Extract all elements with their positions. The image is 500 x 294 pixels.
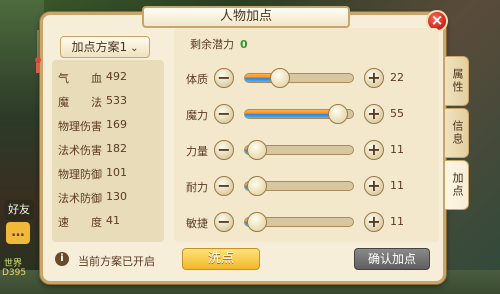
scheme-label: 加点方案1 xyxy=(71,40,128,54)
stat-value: 169 xyxy=(106,118,127,131)
side-tab[interactable]: 信息 xyxy=(445,108,469,158)
wash-points-button[interactable]: 洗点 xyxy=(182,248,260,270)
stat-row: 法术防御 130 xyxy=(58,190,158,206)
attribute-name: 力量 xyxy=(186,145,208,158)
attribute-value: 11 xyxy=(390,143,404,156)
panel-title: 人物加点 xyxy=(142,6,350,28)
stat-name: 法术防御 xyxy=(58,192,102,205)
attribute-name: 耐力 xyxy=(186,181,208,194)
remaining-points: 剩余潜力 0 xyxy=(190,36,248,52)
decrease-button[interactable]: − xyxy=(214,104,234,124)
stat-name: 法术伤害 xyxy=(58,144,102,157)
stat-name: 速 度 xyxy=(58,216,102,229)
stat-row: 速 度 41 xyxy=(58,214,158,230)
side-tab[interactable]: 加点 xyxy=(445,160,469,210)
scheme-dropdown[interactable]: 加点方案1 ⌄ xyxy=(60,36,150,58)
slider-handle[interactable] xyxy=(247,212,267,232)
slider-handle[interactable] xyxy=(247,176,267,196)
stat-value: 492 xyxy=(106,70,127,83)
attribute-name: 体质 xyxy=(186,73,208,86)
stat-row: 物理伤害 169 xyxy=(58,118,158,134)
increase-button[interactable]: + xyxy=(364,176,384,196)
increase-button[interactable]: + xyxy=(364,212,384,232)
increase-button[interactable]: + xyxy=(364,140,384,160)
stat-name: 魔 法 xyxy=(58,96,102,109)
attribute-value: 22 xyxy=(390,71,404,84)
decrease-button[interactable]: − xyxy=(214,68,234,88)
stat-value: 533 xyxy=(106,94,127,107)
attribute-value: 11 xyxy=(390,179,404,192)
slider-handle[interactable] xyxy=(247,140,267,160)
increase-button[interactable]: + xyxy=(364,68,384,88)
attribute-name: 魔力 xyxy=(186,109,208,122)
chevron-down-icon: ⌄ xyxy=(130,43,139,54)
remaining-points-value: 0 xyxy=(240,38,248,51)
increase-button[interactable]: + xyxy=(364,104,384,124)
friends-button[interactable]: 好友 xyxy=(4,200,34,220)
slider-handle[interactable] xyxy=(328,104,348,124)
chat-icon[interactable]: … xyxy=(6,222,30,244)
decrease-button[interactable]: − xyxy=(214,176,234,196)
stat-value: 130 xyxy=(106,190,127,203)
stat-value: 182 xyxy=(106,142,127,155)
attribute-allocation-area xyxy=(174,28,439,242)
attribute-value: 11 xyxy=(390,215,404,228)
stat-value: 41 xyxy=(106,214,120,227)
side-tab[interactable]: 属性 xyxy=(445,56,469,106)
attribute-name: 敏捷 xyxy=(186,217,208,230)
confirm-points-button[interactable]: 确认加点 xyxy=(354,248,430,270)
decrease-button[interactable]: − xyxy=(214,140,234,160)
tassel-ornament-icon xyxy=(35,30,41,73)
stat-name: 气 血 xyxy=(58,72,102,85)
stat-name: 物理防御 xyxy=(58,168,102,181)
stat-row: 法术伤害 182 xyxy=(58,142,158,158)
stat-row: 气 血 492 xyxy=(58,70,158,86)
attribute-slider-fill xyxy=(245,110,339,118)
attribute-slider-track[interactable] xyxy=(244,73,354,83)
remaining-points-label: 剩余潜力 xyxy=(190,38,234,51)
slider-handle[interactable] xyxy=(270,68,290,88)
stat-name: 物理伤害 xyxy=(58,120,102,133)
stat-row: 物理防御 101 xyxy=(58,166,158,182)
world-channel-label: 世界 xyxy=(4,259,23,269)
stat-value: 101 xyxy=(106,166,127,179)
info-icon: i xyxy=(55,252,69,266)
player-code: D395 xyxy=(2,268,27,278)
decrease-button[interactable]: − xyxy=(214,212,234,232)
stat-row: 魔 法 533 xyxy=(58,94,158,110)
scheme-status-text: 当前方案已开启 xyxy=(78,255,155,268)
attribute-value: 55 xyxy=(390,107,404,120)
